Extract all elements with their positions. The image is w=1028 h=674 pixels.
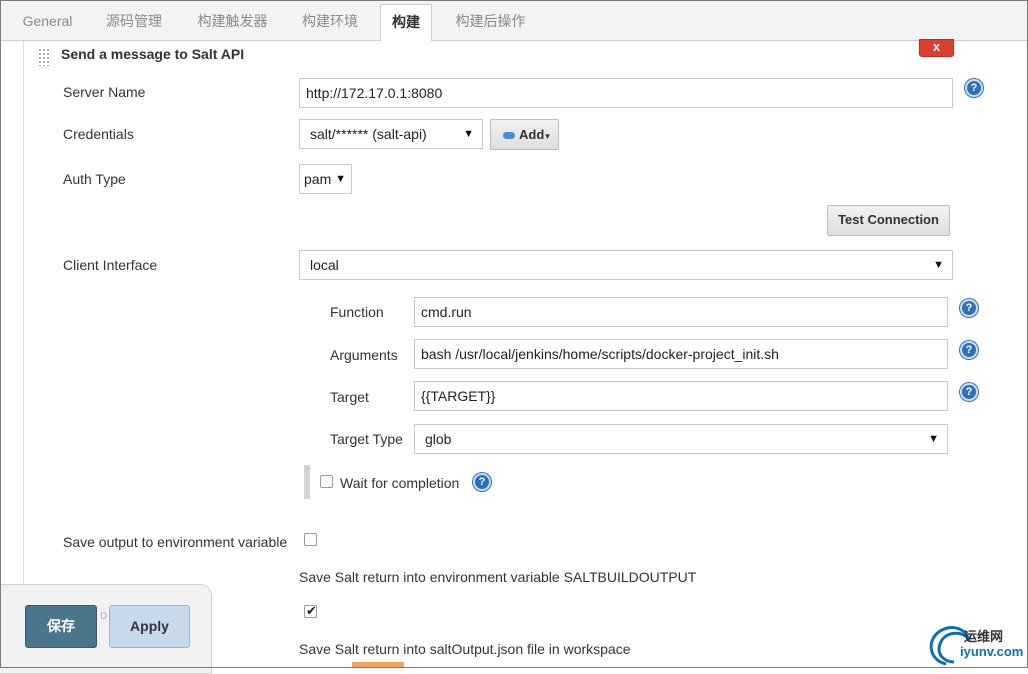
arguments-input[interactable]: bash /usr/local/jenkins/home/scripts/doc… [414, 339, 948, 369]
function-label: Function [330, 304, 384, 320]
wait-for-completion-label: Wait for completion [340, 475, 460, 491]
target-input[interactable]: {{TARGET}} [414, 381, 948, 411]
delete-step-button[interactable]: x [919, 39, 954, 57]
help-icon[interactable]: ? [965, 79, 983, 97]
save-output-env-checkbox[interactable] [304, 533, 317, 546]
target-label: Target [330, 389, 369, 405]
add-credentials-button[interactable]: Add▾ [490, 119, 559, 150]
target-type-value: glob [425, 431, 452, 447]
save-output-env-label: Save output to environment variable [63, 534, 288, 550]
save-output-file-description: Save Salt return into saltOutput.json fi… [299, 641, 631, 657]
section-title: Send a message to Salt API [61, 46, 245, 62]
tab-source-management[interactable]: 源码管理 [94, 4, 174, 41]
drag-handle-icon[interactable] [38, 48, 50, 66]
tab-general[interactable]: General [10, 4, 85, 41]
checkmark-icon: ✔ [306, 603, 317, 618]
tab-bar: General 源码管理 构建触发器 构建环境 构建 构建后操作 [0, 0, 1028, 42]
credentials-label: Credentials [63, 126, 134, 142]
auth-type-select[interactable]: pam ▼ [299, 164, 352, 194]
test-connection-button[interactable]: Test Connection [827, 205, 950, 236]
add-credentials-label: Add [519, 127, 545, 142]
chevron-down-icon: ▼ [928, 433, 939, 445]
server-name-input[interactable]: http://172.17.0.1:8080 [299, 78, 953, 108]
obscured-text: o [100, 607, 108, 622]
client-interface-select[interactable]: local ▼ [299, 250, 953, 280]
advanced-indent-bar [304, 465, 310, 499]
credentials-select[interactable]: salt/****** (salt-api) ▼ [299, 119, 483, 149]
help-icon[interactable]: ? [960, 299, 978, 317]
function-input[interactable]: cmd.run [414, 297, 948, 327]
chevron-down-icon: ▼ [933, 259, 944, 271]
save-button[interactable]: 保存 [25, 605, 97, 648]
chevron-down-icon: ▼ [463, 128, 474, 140]
target-type-select[interactable]: glob ▼ [414, 424, 948, 454]
chevron-down-icon: ▾ [545, 131, 550, 141]
client-interface-label: Client Interface [63, 257, 158, 273]
help-icon[interactable]: ? [473, 473, 491, 491]
client-interface-value: local [310, 257, 339, 273]
chevron-down-icon: ▼ [335, 173, 346, 185]
save-output-env-description: Save Salt return into environment variab… [299, 569, 697, 585]
key-icon [503, 131, 515, 139]
apply-button[interactable]: Apply [109, 605, 190, 648]
section-border [23, 41, 24, 668]
tab-build-environment[interactable]: 构建环境 [290, 4, 370, 41]
auth-type-value: pam [304, 171, 332, 187]
arguments-label: Arguments [330, 347, 398, 363]
watermark-text: 运维网 [964, 629, 1004, 644]
target-type-label: Target Type [330, 431, 403, 447]
tab-build[interactable]: 构建 [380, 4, 432, 42]
tab-post-build-actions[interactable]: 构建后操作 [443, 4, 538, 41]
wait-for-completion-checkbox[interactable] [320, 475, 333, 488]
help-icon[interactable]: ? [960, 341, 978, 359]
tab-build-triggers[interactable]: 构建触发器 [185, 4, 280, 41]
save-output-file-checkbox[interactable]: ✔ [304, 603, 317, 618]
help-icon[interactable]: ? [960, 383, 978, 401]
credentials-value: salt/****** (salt-api) [310, 126, 427, 142]
auth-type-label: Auth Type [63, 171, 126, 187]
next-section-edge [352, 662, 404, 668]
server-name-label: Server Name [63, 84, 146, 100]
watermark-url: iyunv.com [960, 644, 1024, 659]
